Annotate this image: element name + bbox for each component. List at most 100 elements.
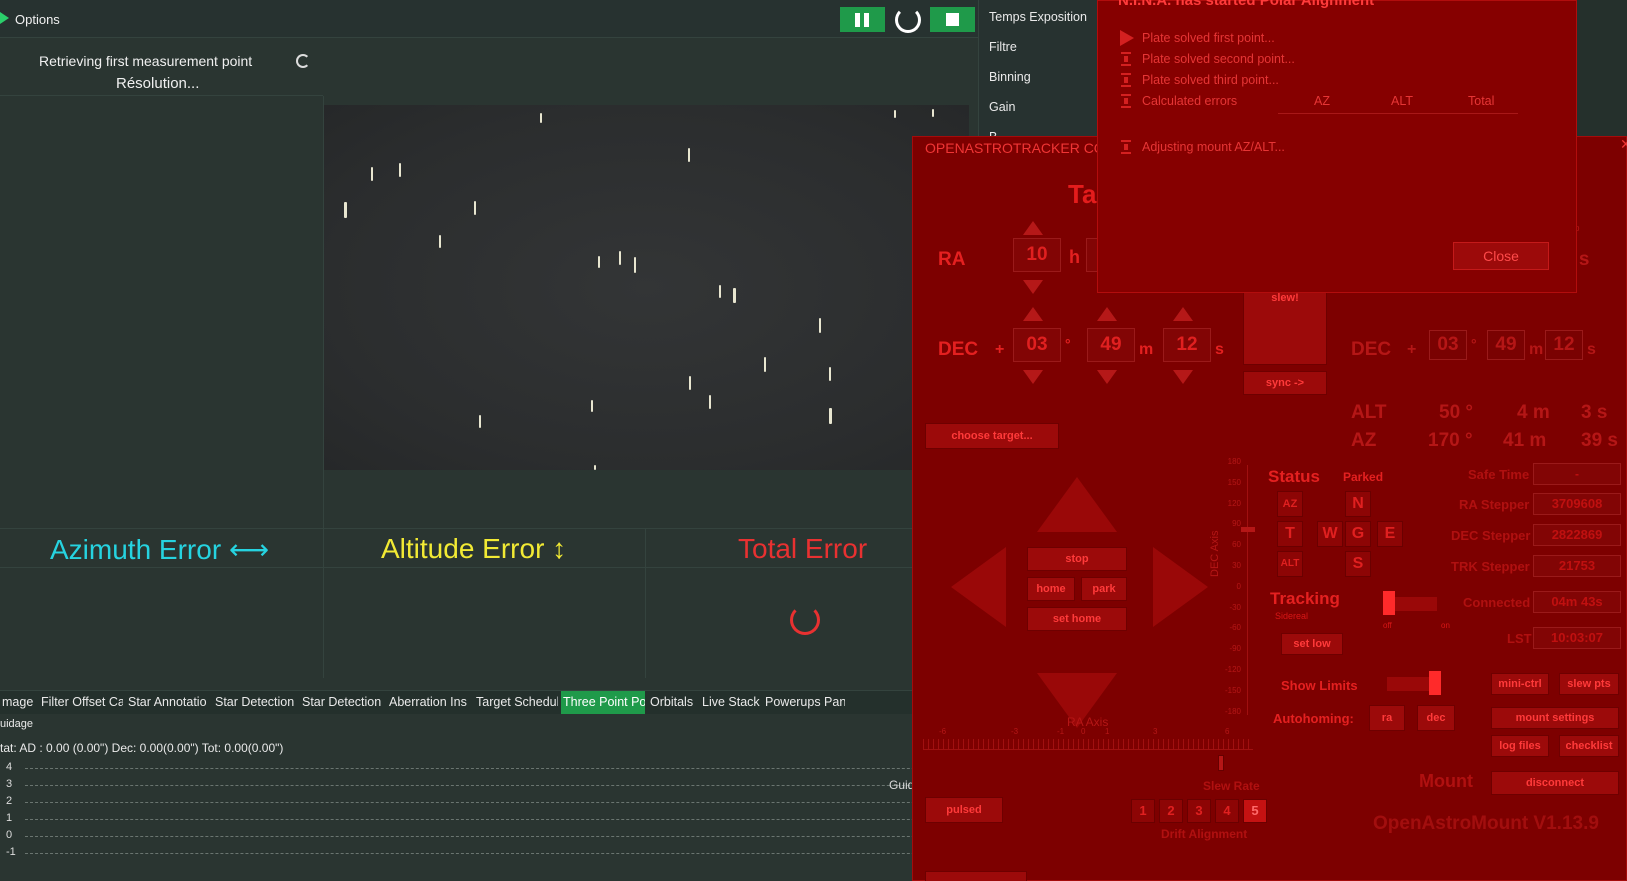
disconnect-button[interactable]: disconnect [1491,771,1619,795]
nina-window: Options Retrieving first measurement poi… [0,0,985,881]
tracking-toggle-thumb[interactable] [1383,591,1395,615]
tab-9[interactable]: Live Stack [700,691,760,714]
mount-settings-button[interactable]: mount settings [1491,707,1619,729]
current-dec-seconds-unit: s [1587,341,1596,358]
tab-10[interactable]: Powerups Pane [763,691,845,714]
slew-rate-1-button[interactable]: 1 [1131,799,1155,823]
slew-east-arrow-icon[interactable] [1153,547,1208,627]
autohome-dec-button[interactable]: dec [1417,705,1455,731]
current-dec-minutes-unit: m [1529,341,1544,358]
dec-tick-label: -60 [1229,623,1241,633]
west-pad-button[interactable]: W [1317,521,1343,547]
loading-spinner-icon [296,54,310,68]
stop-button[interactable] [930,7,975,32]
ra-axis-slider[interactable] [923,749,1253,750]
ra-hours-up-icon[interactable] [1023,221,1043,235]
slew-button[interactable]: slew! [1243,285,1327,365]
dec-seconds-field[interactable]: 12 [1163,328,1211,362]
dec-deg-up-icon[interactable] [1023,307,1043,321]
toolbar: Options [0,0,985,38]
status-submessage: Résolution... [116,75,200,92]
north-pad-button[interactable]: N [1345,491,1371,517]
set-home-button[interactable]: set home [1027,607,1127,631]
dec-min-up-icon[interactable] [1097,307,1117,321]
dec-tick-label: 120 [1227,498,1241,508]
ra-axis-tick-labels: -6 -3 -1 0 1 3 6 [913,727,1273,739]
log-files-button[interactable]: log files [1491,735,1549,757]
dec-axis-thumb[interactable] [1241,527,1255,532]
pulsed-button[interactable]: pulsed [925,797,1003,823]
sync-button[interactable]: sync -> [1243,371,1327,395]
options-label[interactable]: Options [15,12,60,27]
slew-rate-5-button[interactable]: 5 [1243,799,1267,823]
tab-1[interactable]: Filter Offset Ca [39,691,123,714]
stop-mount-button[interactable]: stop [1027,547,1127,571]
altitude-error-label: Altitude Error ↕ [381,533,567,564]
tab-8[interactable]: Orbitals [648,691,696,714]
tab-0[interactable]: mage [0,691,36,714]
slew-pts-button[interactable]: slew pts [1559,673,1619,695]
show-limits-toggle-thumb[interactable] [1429,671,1441,695]
az-pad-button[interactable]: AZ [1277,491,1303,517]
tab-5[interactable]: Aberration Ins [387,691,471,714]
dec-axis-slider[interactable] [1247,465,1248,715]
ra-tick-label: -3 [1011,727,1019,736]
drift-alignment-label: Drift Alignment [1161,827,1248,841]
graph-y-tick: 1 [6,812,13,824]
choose-target-button[interactable]: choose target... [925,423,1059,449]
guiding-stats: tat: AD : 0.00 (0.00") Dec: 0.00(0.00") … [0,741,284,755]
ra-hours-down-icon[interactable] [1023,280,1043,294]
tab-6[interactable]: Target Schedul [474,691,558,714]
g-pad-button[interactable]: G [1345,521,1371,547]
camera-image[interactable] [324,105,969,470]
pause-button[interactable] [840,7,885,32]
refresh-icon[interactable] [895,7,921,33]
ra-tick-label: 6 [1225,727,1230,736]
slew-rate-3-button[interactable]: 3 [1187,799,1211,823]
slew-rate-selector: 12345 [1131,799,1281,825]
az-label: AZ [1351,430,1377,451]
ra-hours-field[interactable]: 10 [1013,238,1061,272]
tab-2[interactable]: Star Annotatio [126,691,210,714]
south-pad-button[interactable]: S [1345,551,1371,577]
hourglass-icon [1121,140,1131,154]
set-low-button[interactable]: set low [1281,633,1343,655]
play-arrow-icon[interactable] [0,12,9,24]
slew-rate-4-button[interactable]: 4 [1215,799,1239,823]
dec-sec-up-icon[interactable] [1173,307,1193,321]
home-button[interactable]: home [1027,577,1075,601]
dec-degrees-field[interactable]: 03 [1013,328,1061,362]
tab-7[interactable]: Three Point Pol [561,691,645,714]
slew-north-arrow-icon[interactable] [1037,477,1117,532]
east-pad-button[interactable]: E [1377,521,1403,547]
ra-axis-thumb[interactable] [1218,755,1224,771]
camera-settings-panel: Temps ExpositionFiltreBinningGainB [978,0,1098,144]
column-divider [645,528,646,678]
slew-rate-2-button[interactable]: 2 [1159,799,1183,823]
tab-4[interactable]: Star Detection [300,691,384,714]
park-button[interactable]: park [1081,577,1127,601]
dec-sec-down-icon[interactable] [1173,370,1193,384]
mini-ctrl-button[interactable]: mini-ctrl [1491,673,1549,695]
oat-title: OPENASTROTRACKER CO [925,140,1105,156]
errors-divider [1278,113,1518,114]
autohome-ra-button[interactable]: ra [1369,705,1405,731]
dec-deg-down-icon[interactable] [1023,370,1043,384]
dec-min-down-icon[interactable] [1097,370,1117,384]
close-button[interactable]: Close [1453,242,1549,270]
safe-time-value: - [1533,463,1621,485]
close-icon[interactable]: ✕ [1620,136,1627,153]
dec-minutes-unit: m [1139,341,1154,358]
slew-west-arrow-icon[interactable] [951,547,1006,627]
tab-3[interactable]: Star Detection [213,691,297,714]
az-seconds: 39 s [1581,430,1618,451]
checklist-button[interactable]: checklist [1559,735,1619,757]
step-adjusting-mount: Adjusting mount AZ/ALT... [1142,140,1285,154]
dec-minutes-field[interactable]: 49 [1087,328,1135,362]
alt-pad-button[interactable]: ALT [1277,551,1303,577]
t-pad-button[interactable]: T [1277,521,1303,547]
target-title: Ta [1068,179,1097,209]
drift-button[interactable] [925,871,1027,881]
column-divider [323,528,324,678]
graph-gridline [25,785,985,786]
